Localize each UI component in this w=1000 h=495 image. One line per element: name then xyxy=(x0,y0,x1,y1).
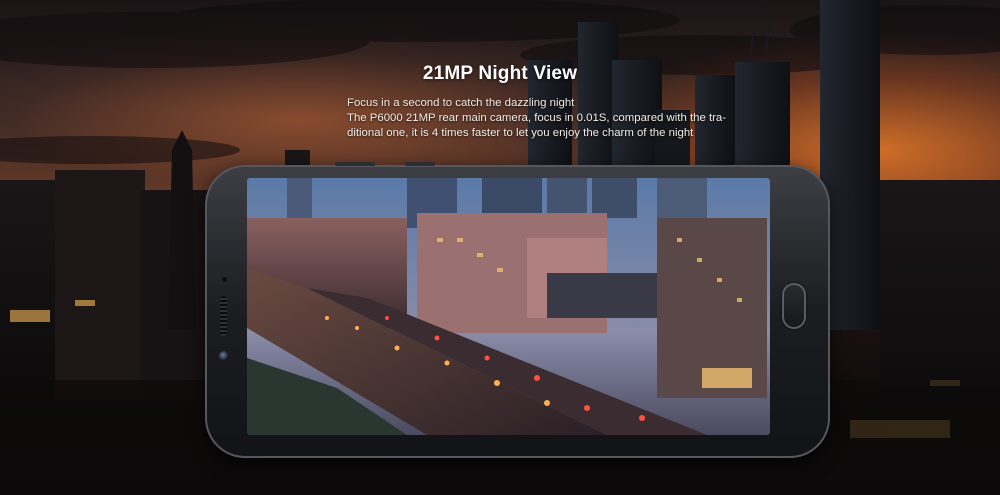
earpiece-speaker xyxy=(220,296,227,336)
fingerprint-icon[interactable] xyxy=(782,283,806,329)
description-line-2: The P6000 21MP rear main camera, focus i… xyxy=(347,112,727,124)
description-line-3: ditional one, it is 4 times faster to le… xyxy=(347,127,694,139)
phone-screen xyxy=(247,178,770,435)
description-line-1: Focus in a second to catch the dazzling … xyxy=(347,97,575,109)
proximity-sensor xyxy=(222,277,227,282)
phone xyxy=(205,162,830,458)
camera-icon xyxy=(219,351,229,361)
volume-button xyxy=(335,162,375,166)
description: Focus in a second to catch the dazzling … xyxy=(347,96,737,141)
power-button xyxy=(405,162,435,166)
night-city-photo xyxy=(247,178,770,435)
banner: 21MP Night View Focus in a second to cat… xyxy=(0,0,1000,495)
headline: 21MP Night View xyxy=(422,63,578,84)
